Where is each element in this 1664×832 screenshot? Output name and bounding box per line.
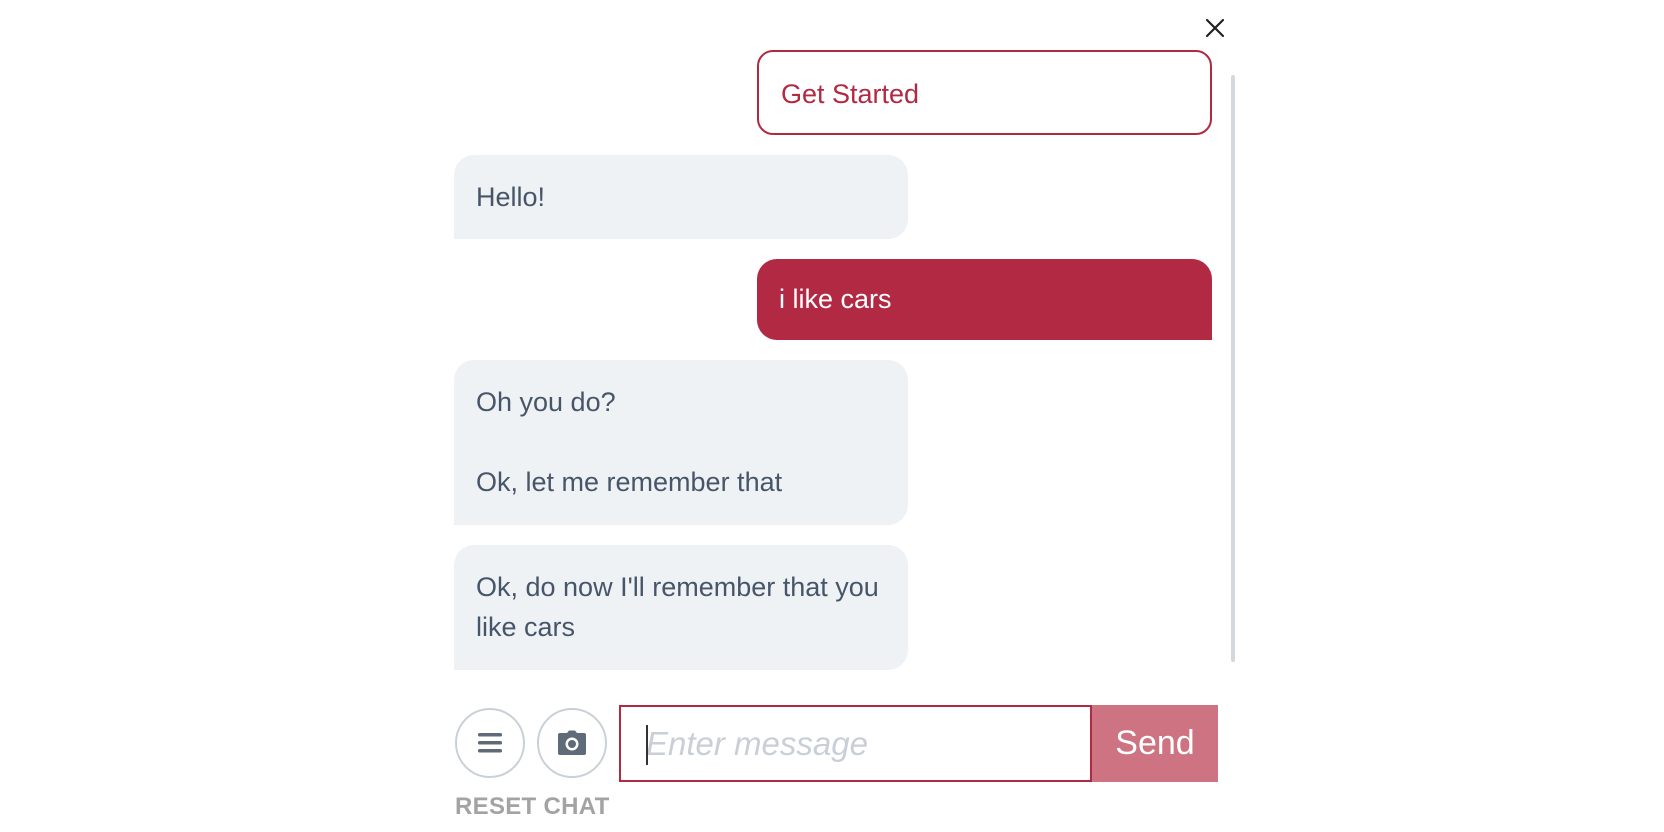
quick-reply-get-started[interactable]: Get Started [757,50,1212,135]
quick-reply-label: Get Started [781,79,920,109]
scrollbar[interactable] [1231,75,1235,662]
bot-message: Oh you do? Ok, let me remember that [454,360,908,525]
message-text: Ok, let me remember that [476,467,783,497]
camera-button[interactable] [537,708,607,778]
send-button[interactable]: Send [1092,705,1218,782]
text-caret [646,725,648,765]
message-text: Ok, do now I'll remember that you like c… [476,572,879,642]
message-text: Hello! [476,182,546,212]
menu-button[interactable] [455,708,525,778]
menu-icon [478,733,502,753]
user-message: i like cars [757,259,1212,340]
message-input-wrapper [619,705,1092,782]
chat-widget: Get Started Hello! i like cars Oh you do… [0,0,1664,832]
bot-message: Ok, do now I'll remember that you like c… [454,545,908,670]
reset-chat-link[interactable]: RESET CHAT [455,793,610,821]
close-icon[interactable] [1203,16,1227,40]
camera-icon [558,730,586,755]
message-text: i like cars [779,284,892,314]
message-input[interactable] [621,707,1090,780]
bot-message: Hello! [454,155,908,239]
message-text: Oh you do? [476,387,616,417]
